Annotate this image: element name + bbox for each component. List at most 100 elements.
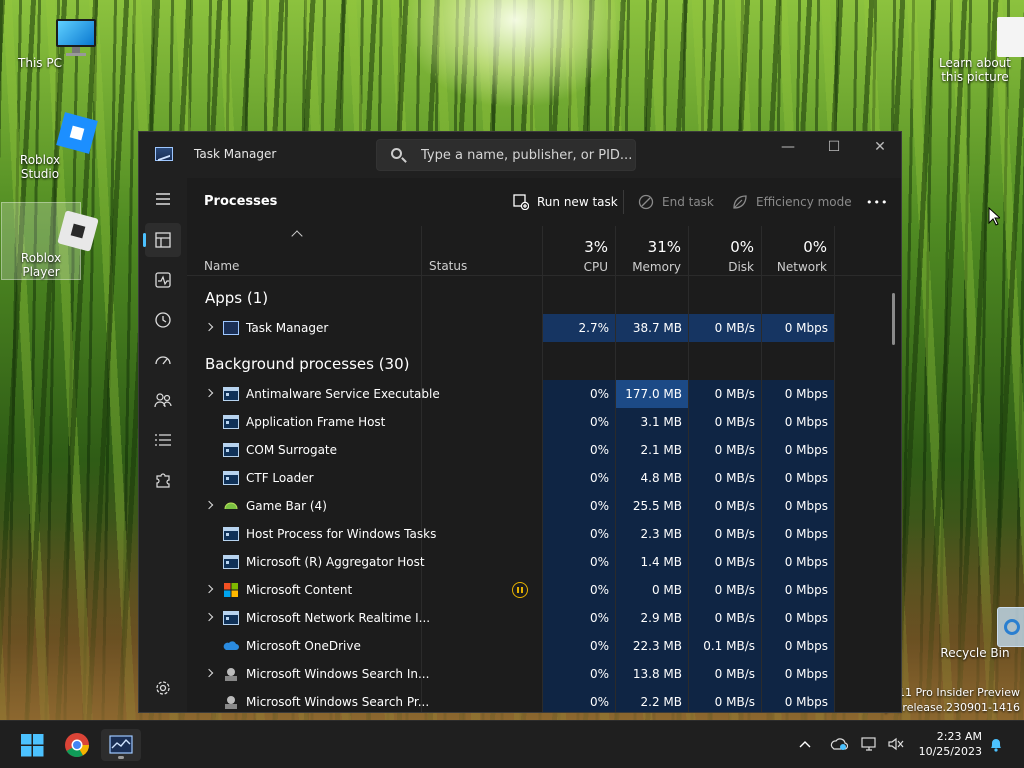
table-row[interactable]: Host Process for Windows Tasks 0% 2.3 MB…	[187, 520, 901, 548]
table-row[interactable]: COM Surrogate 0% 2.1 MB 0 MB/s 0 Mbps	[187, 436, 901, 464]
process-name: Microsoft Windows Search In...	[246, 667, 430, 681]
chrome-taskbar-button[interactable]	[57, 729, 97, 761]
memory-cell: 1.4 MB	[616, 548, 688, 576]
service-window-icon	[223, 443, 239, 457]
table-row[interactable]: Microsoft (R) Aggregator Host 0% 1.4 MB …	[187, 548, 901, 576]
monitor-icon	[54, 15, 98, 59]
more-options-button[interactable]: •••	[866, 188, 888, 216]
page-title: Processes	[204, 194, 278, 209]
table-row[interactable]: Antimalware Service Executable 0% 177.0 …	[187, 380, 901, 408]
group-header-background[interactable]: Background processes (30)	[187, 350, 901, 378]
efficiency-mode-button[interactable]: Efficiency mode	[732, 188, 852, 216]
network-icon[interactable]	[861, 737, 879, 751]
expand-chevron-icon[interactable]	[204, 500, 214, 510]
column-header-status[interactable]: Status	[422, 226, 542, 276]
end-task-label: End task	[662, 195, 714, 209]
desktop-icon-this-pc[interactable]: This PC	[0, 8, 96, 70]
column-header-disk[interactable]: 0% Disk	[689, 226, 761, 276]
nav-users[interactable]	[145, 383, 181, 417]
table-row[interactable]: Microsoft Windows Search Pr... 0% 2.2 MB…	[187, 688, 901, 712]
expand-chevron-icon[interactable]	[204, 322, 214, 332]
defender-icon[interactable]	[830, 737, 848, 751]
table-row[interactable]: Microsoft Windows Search In... 0% 13.8 M…	[187, 660, 901, 688]
nav-startup-apps[interactable]	[145, 343, 181, 377]
column-header-memory[interactable]: 31% Memory	[616, 226, 688, 276]
hamburger-menu-button[interactable]	[145, 182, 181, 216]
close-button[interactable]: ✕	[857, 132, 901, 162]
column-header-network[interactable]: 0% Network	[762, 226, 834, 276]
vertical-scrollbar[interactable]	[892, 293, 895, 345]
table-row[interactable]: Microsoft OneDrive 0% 22.3 MB 0.1 MB/s 0…	[187, 632, 901, 660]
cpu-cell: 0%	[543, 408, 615, 436]
disk-cell: 0 MB/s	[689, 464, 761, 492]
table-row[interactable]: Microsoft Content 0% 0 MB 0 MB/s 0 Mbps	[187, 576, 901, 604]
chevron-up-icon[interactable]	[798, 737, 812, 751]
disk-cell: 0 MB/s	[689, 314, 761, 342]
disk-cell: 0 MB/s	[689, 660, 761, 688]
cpu-cell: 0%	[543, 380, 615, 408]
run-new-task-button[interactable]: Run new task	[513, 188, 618, 216]
group-title-background: Background processes (30)	[205, 355, 410, 373]
clock-time: 2:23 AM	[936, 730, 982, 743]
search-protocol-icon	[223, 695, 239, 709]
process-name: Microsoft OneDrive	[246, 639, 361, 653]
search-input[interactable]	[421, 140, 631, 170]
system-clock[interactable]: 2:23 AM 10/25/2023	[919, 729, 982, 759]
nav-settings[interactable]	[145, 671, 181, 705]
search-box[interactable]	[376, 139, 636, 171]
cpu-cell: 0%	[543, 548, 615, 576]
network-cell: 0 Mbps	[762, 660, 834, 688]
group-header-apps[interactable]: Apps (1)	[187, 284, 901, 312]
maximize-button[interactable]: ☐	[811, 132, 857, 162]
task-manager-icon	[223, 321, 239, 335]
nav-processes[interactable]	[143, 223, 181, 257]
nav-performance[interactable]	[145, 263, 181, 297]
expand-chevron-icon[interactable]	[204, 584, 214, 594]
start-button[interactable]	[12, 729, 52, 761]
expand-chevron-icon[interactable]	[204, 612, 214, 622]
end-task-button[interactable]: End task	[638, 188, 714, 216]
column-label-disk: Disk	[728, 260, 754, 274]
cpu-cell: 0%	[543, 632, 615, 660]
nav-services[interactable]	[145, 463, 181, 497]
memory-cell: 38.7 MB	[616, 314, 688, 342]
expand-chevron-icon[interactable]	[204, 388, 214, 398]
disk-cell: 0 MB/s	[689, 548, 761, 576]
notification-bell-icon[interactable]	[988, 736, 1004, 752]
cpu-cell: 0%	[543, 660, 615, 688]
network-cell: 0 Mbps	[762, 436, 834, 464]
desktop-icon-label: Roblox Studio	[19, 153, 61, 181]
task-manager-taskbar-button[interactable]	[101, 729, 141, 761]
volume-muted-icon[interactable]	[887, 737, 905, 751]
disk-cell: 0 MB/s	[689, 604, 761, 632]
column-header-cpu[interactable]: 3% CPU	[543, 226, 615, 276]
network-cell: 0 Mbps	[762, 688, 834, 712]
nav-details[interactable]	[145, 423, 181, 457]
table-row[interactable]: Task Manager 2.7% 38.7 MB 0 MB/s 0 Mbps	[187, 314, 901, 342]
process-name: Host Process for Windows Tasks	[246, 527, 437, 541]
desktop-icon-learn-about-picture[interactable]: Learn about this picture	[935, 8, 1024, 84]
table-row[interactable]: Application Frame Host 0% 3.1 MB 0 MB/s …	[187, 408, 901, 436]
onedrive-cloud-icon	[223, 639, 239, 653]
expand-chevron-icon[interactable]	[204, 668, 214, 678]
nav-app-history[interactable]	[145, 303, 181, 337]
network-cell: 0 Mbps	[762, 408, 834, 436]
network-cell: 0 Mbps	[762, 520, 834, 548]
table-row[interactable]: Microsoft Network Realtime I... 0% 2.9 M…	[187, 604, 901, 632]
table-row[interactable]: Game Bar (4) 0% 25.5 MB 0 MB/s 0 Mbps	[187, 492, 901, 520]
minimize-button[interactable]: —	[765, 132, 811, 162]
roblox-player-icon	[55, 210, 99, 254]
desktop-icon-recycle-bin[interactable]: Recycle Bin	[935, 598, 1024, 660]
game-bar-icon	[223, 499, 239, 513]
disk-cell: 0 MB/s	[689, 380, 761, 408]
desktop-icon-roblox-player[interactable]: Roblox Player	[1, 202, 99, 280]
process-name: Microsoft (R) Aggregator Host	[246, 555, 425, 569]
title-bar[interactable]: Task Manager — ☐ ✕	[139, 132, 901, 178]
memory-cell: 0 MB	[616, 576, 688, 604]
desktop-icon-roblox-studio[interactable]: Roblox Studio	[0, 105, 98, 181]
table-row[interactable]: CTF Loader 0% 4.8 MB 0 MB/s 0 Mbps	[187, 464, 901, 492]
disk-cell: 0.1 MB/s	[689, 632, 761, 660]
services-puzzle-icon	[156, 473, 170, 488]
process-name: Microsoft Network Realtime I...	[246, 611, 431, 625]
column-header-name[interactable]: Name	[187, 226, 421, 276]
